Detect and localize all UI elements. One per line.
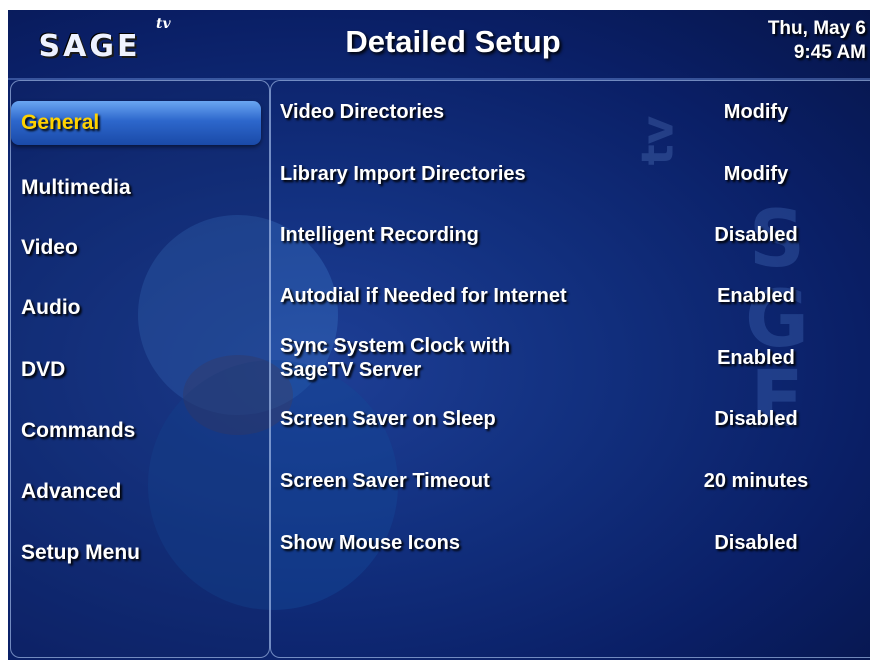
setting-row-show-mouse-icons[interactable]: Show Mouse Icons Disabled <box>271 518 870 568</box>
setting-value[interactable]: Disabled <box>671 210 841 260</box>
setting-value[interactable]: Disabled <box>671 518 841 568</box>
menu-item-setup-menu[interactable]: Setup Menu <box>11 531 261 575</box>
setting-label: Autodial if Needed for Internet <box>280 285 567 307</box>
clock: Thu, May 6 9:45 AM <box>768 17 866 65</box>
menu-item-video[interactable]: Video <box>11 226 261 270</box>
setting-row-video-directories[interactable]: Video Directories Modify <box>271 87 870 137</box>
sage-tv-screen: tv SGE SAGE tv Detailed Setup Thu, May 6… <box>8 10 870 660</box>
header: SAGE tv Detailed Setup Thu, May 6 9:45 A… <box>8 10 870 78</box>
page-title: Detailed Setup <box>345 24 561 59</box>
setting-value[interactable]: Modify <box>671 87 841 137</box>
menu-item-advanced[interactable]: Advanced <box>11 470 261 514</box>
setting-label: Video Directories <box>280 101 445 123</box>
setting-label: Intelligent Recording <box>280 224 479 246</box>
menu-item-multimedia[interactable]: Multimedia <box>11 166 261 210</box>
sage-logo: SAGE <box>38 28 141 64</box>
setting-row-screen-saver-on-sleep[interactable]: Screen Saver on Sleep Disabled <box>271 394 870 444</box>
menu-item-commands[interactable]: Commands <box>11 409 261 453</box>
setting-value[interactable]: Modify <box>671 149 841 199</box>
sage-logo-tv: tv <box>156 16 171 32</box>
setting-value[interactable]: Enabled <box>671 333 841 383</box>
setting-label: Screen Saver on Sleep <box>280 408 496 430</box>
setting-row-library-import-directories[interactable]: Library Import Directories Modify <box>271 149 870 199</box>
menu-item-dvd[interactable]: DVD <box>11 348 261 392</box>
setting-row-autodial[interactable]: Autodial if Needed for Internet Enabled <box>271 271 870 321</box>
setting-value[interactable]: 20 minutes <box>671 456 841 506</box>
clock-time: 9:45 AM <box>793 42 866 63</box>
setting-label: Show Mouse Icons <box>280 532 461 554</box>
setting-row-intelligent-recording[interactable]: Intelligent Recording Disabled <box>271 210 870 260</box>
setting-row-screen-saver-timeout[interactable]: Screen Saver Timeout 20 minutes <box>271 456 870 506</box>
setting-value[interactable]: Enabled <box>671 271 841 321</box>
category-menu: General Multimedia Video Audio DVD Comma… <box>10 80 270 658</box>
menu-item-general[interactable]: General <box>11 101 261 145</box>
setting-label: Library Import Directories <box>280 163 526 185</box>
setting-label: Sync System Clock with SageTV Server <box>280 335 511 381</box>
clock-date: Thu, May 6 <box>767 18 866 39</box>
setting-value[interactable]: Disabled <box>671 394 841 444</box>
menu-item-audio[interactable]: Audio <box>11 286 261 330</box>
setting-label: Screen Saver Timeout <box>280 470 490 492</box>
setting-row-sync-system-clock[interactable]: Sync System Clock with SageTV Server Ena… <box>271 333 870 383</box>
settings-panel: Video Directories Modify Library Import … <box>270 80 870 658</box>
